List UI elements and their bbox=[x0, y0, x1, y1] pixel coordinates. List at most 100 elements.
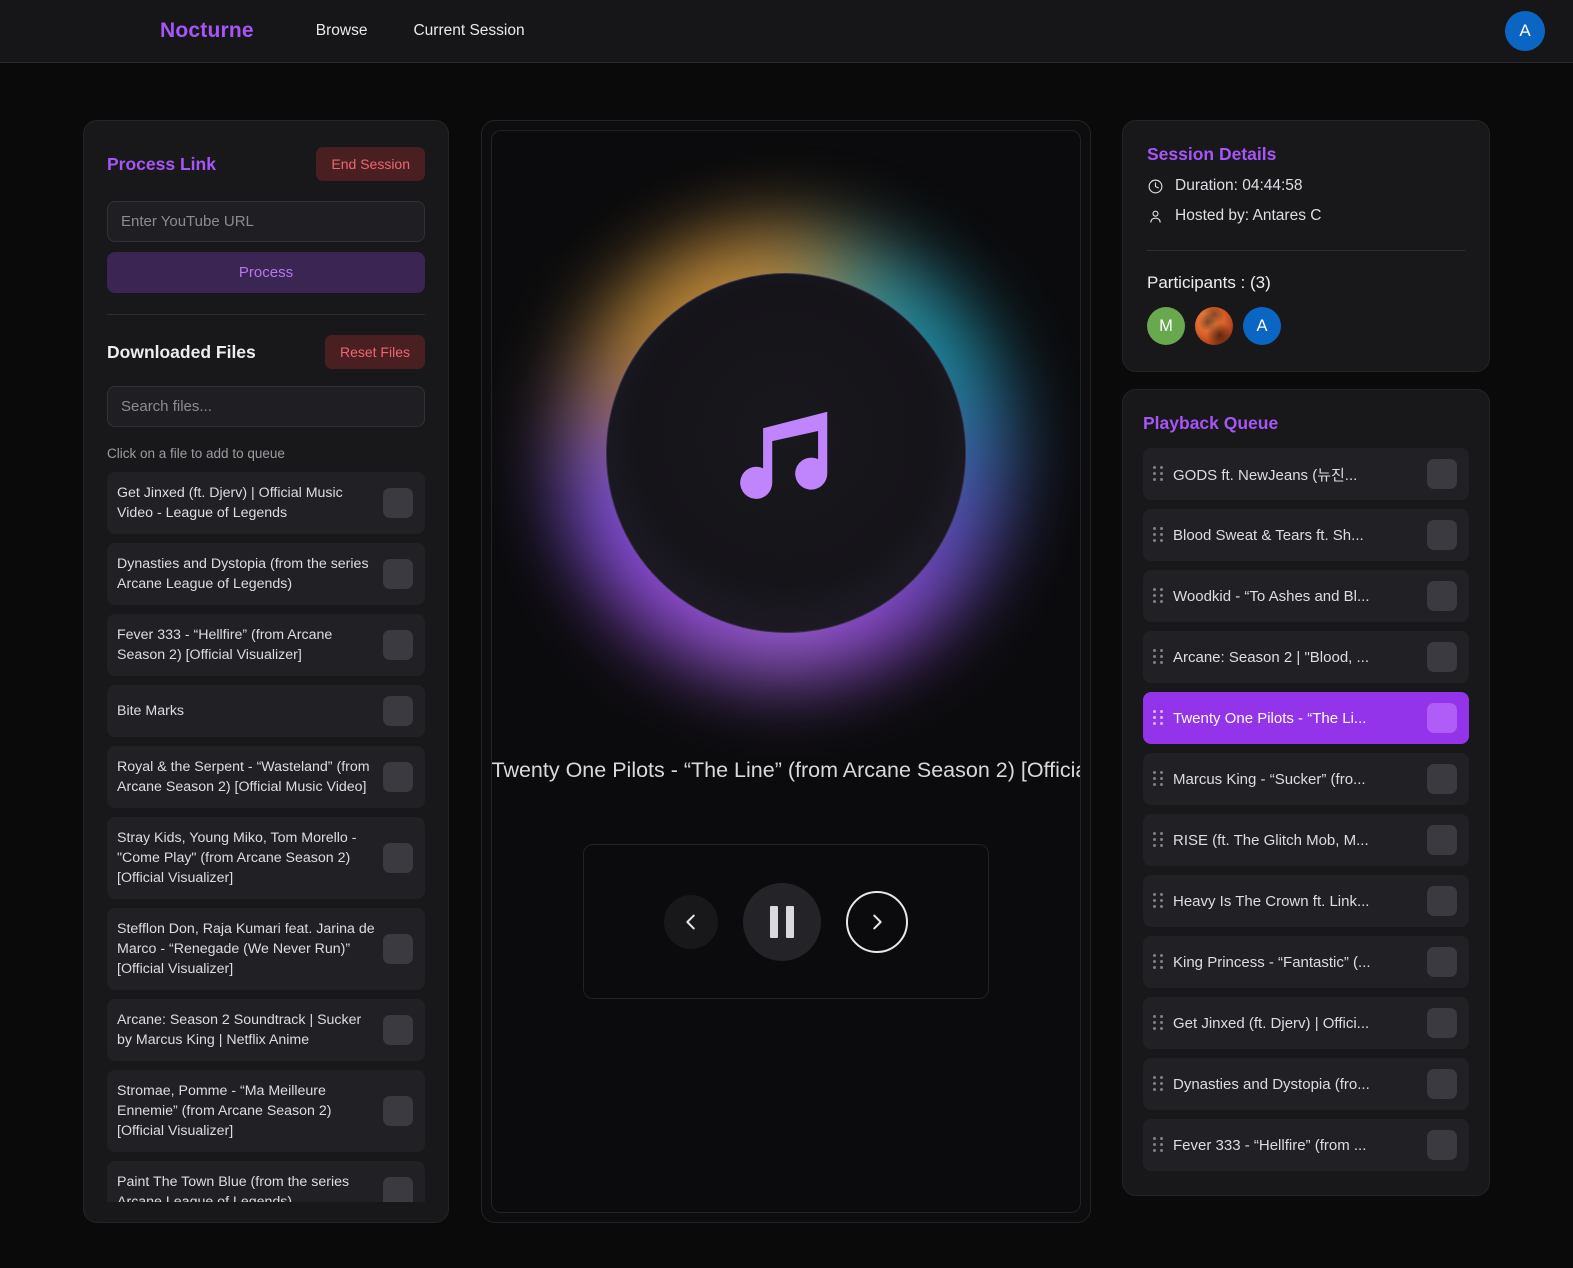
file-item-action-button[interactable] bbox=[383, 1015, 413, 1045]
file-list-item[interactable]: Stray Kids, Young Miko, Tom Morello - "C… bbox=[107, 817, 425, 899]
pause-icon bbox=[769, 905, 794, 938]
drag-handle-icon[interactable] bbox=[1153, 1137, 1163, 1153]
queue-item[interactable]: RISE (ft. The Glitch Mob, M... bbox=[1143, 814, 1469, 866]
file-list-item[interactable]: Royal & the Serpent - “Wasteland” (from … bbox=[107, 746, 425, 808]
user-avatar[interactable]: A bbox=[1505, 11, 1545, 51]
end-session-button[interactable]: End Session bbox=[316, 147, 425, 181]
drag-handle-icon[interactable] bbox=[1153, 527, 1163, 543]
session-details-card: Session Details Duration: 04:44:58 Hoste… bbox=[1122, 120, 1490, 372]
queue-item[interactable]: Marcus King - “Sucker” (fro... bbox=[1143, 753, 1469, 805]
file-item-action-button[interactable] bbox=[383, 934, 413, 964]
play-pause-button[interactable] bbox=[742, 882, 821, 961]
playback-controls bbox=[582, 844, 989, 999]
queue-item-action-button[interactable] bbox=[1427, 947, 1457, 977]
app-brand-logo[interactable]: Nocturne bbox=[160, 19, 254, 43]
queue-item-label: Get Jinxed (ft. Djerv) | Offici... bbox=[1173, 1014, 1370, 1032]
participant-avatar[interactable]: A bbox=[1243, 307, 1281, 345]
session-host-text: Hosted by: Antares C bbox=[1175, 207, 1322, 224]
file-list-item[interactable]: Arcane: Season 2 Soundtrack | Sucker by … bbox=[107, 999, 425, 1061]
file-list-item[interactable]: Fever 333 - “Hellfire” (from Arcane Seas… bbox=[107, 614, 425, 676]
file-item-action-button[interactable] bbox=[383, 1096, 413, 1126]
drag-handle-icon[interactable] bbox=[1153, 832, 1163, 848]
queue-item[interactable]: Heavy Is The Crown ft. Link... bbox=[1143, 875, 1469, 927]
queue-item[interactable]: King Princess - “Fantastic” (... bbox=[1143, 936, 1469, 988]
queue-item-action-button[interactable] bbox=[1427, 520, 1457, 550]
queue-item-action-button[interactable] bbox=[1427, 1008, 1457, 1038]
queue-item-label: Fever 333 - “Hellfire” (from ... bbox=[1173, 1136, 1367, 1154]
file-item-action-button[interactable] bbox=[383, 488, 413, 518]
file-item-label: Fever 333 - “Hellfire” (from Arcane Seas… bbox=[117, 627, 333, 663]
participant-avatar[interactable]: M bbox=[1147, 307, 1185, 345]
queue-item[interactable]: Fever 333 - “Hellfire” (from ... bbox=[1143, 1119, 1469, 1171]
youtube-url-input[interactable] bbox=[107, 201, 425, 242]
drag-handle-icon[interactable] bbox=[1153, 649, 1163, 665]
file-item-action-button[interactable] bbox=[383, 1177, 413, 1202]
queue-item-action-button[interactable] bbox=[1427, 886, 1457, 916]
queue-item[interactable]: Get Jinxed (ft. Djerv) | Offici... bbox=[1143, 997, 1469, 1049]
previous-track-button[interactable] bbox=[663, 894, 718, 949]
chevron-right-icon bbox=[872, 914, 882, 929]
file-item-action-button[interactable] bbox=[383, 630, 413, 660]
reset-files-button[interactable]: Reset Files bbox=[324, 335, 425, 369]
queue-item[interactable]: Dynasties and Dystopia (fro... bbox=[1143, 1058, 1469, 1110]
file-item-label: Royal & the Serpent - “Wasteland” (from … bbox=[117, 759, 370, 795]
drag-handle-icon[interactable] bbox=[1153, 588, 1163, 604]
queue-item-action-button[interactable] bbox=[1427, 703, 1457, 733]
panel-divider bbox=[107, 314, 425, 315]
file-list-item[interactable]: Bite Marks bbox=[107, 685, 425, 737]
queue-item[interactable]: Woodkid - “To Ashes and Bl... bbox=[1143, 570, 1469, 622]
queue-item-action-button[interactable] bbox=[1427, 642, 1457, 672]
playback-queue-title: Playback Queue bbox=[1143, 413, 1279, 433]
music-note-icon bbox=[739, 411, 827, 499]
participant-avatar-image[interactable] bbox=[1195, 307, 1233, 345]
queue-item-action-button[interactable] bbox=[1427, 1130, 1457, 1160]
drag-handle-icon[interactable] bbox=[1153, 1015, 1163, 1031]
playback-queue-list: GODS ft. NewJeans (뉴진... Blood Sweat & Te… bbox=[1143, 448, 1469, 1171]
queue-item[interactable]: Arcane: Season 2 | "Blood, ... bbox=[1143, 631, 1469, 683]
queue-item-action-button[interactable] bbox=[1427, 459, 1457, 489]
file-list-item[interactable]: Paint The Town Blue (from the series Arc… bbox=[107, 1161, 425, 1202]
queue-item-active[interactable]: Twenty One Pilots - “The Li... bbox=[1143, 692, 1469, 744]
main-nav: Browse Current Session bbox=[316, 22, 525, 40]
file-list-item[interactable]: Dynasties and Dystopia (from the series … bbox=[107, 543, 425, 605]
queue-item-action-button[interactable] bbox=[1427, 581, 1457, 611]
process-and-files-panel: Process Link End Session Process Downloa… bbox=[83, 120, 449, 1223]
file-item-action-button[interactable] bbox=[383, 843, 413, 873]
left-column: Process Link End Session Process Downloa… bbox=[83, 120, 449, 1268]
file-item-label: Arcane: Season 2 Soundtrack | Sucker by … bbox=[117, 1012, 362, 1048]
queue-item-label: GODS ft. NewJeans (뉴진... bbox=[1173, 466, 1358, 484]
nav-link-current-session[interactable]: Current Session bbox=[413, 22, 524, 40]
file-item-action-button[interactable] bbox=[383, 762, 413, 792]
file-list-item[interactable]: Stefflon Don, Raja Kumari feat. Jarina d… bbox=[107, 908, 425, 990]
file-list-item[interactable]: Stromae, Pomme - “Ma Meilleure Ennemie” … bbox=[107, 1070, 425, 1152]
queue-item-label: RISE (ft. The Glitch Mob, M... bbox=[1173, 831, 1369, 849]
queue-item-action-button[interactable] bbox=[1427, 825, 1457, 855]
drag-handle-icon[interactable] bbox=[1153, 771, 1163, 787]
queue-item-action-button[interactable] bbox=[1427, 1069, 1457, 1099]
player-inner-frame: Twenty One Pilots - “The Line” (from Arc… bbox=[490, 130, 1081, 1213]
person-icon bbox=[1150, 210, 1161, 223]
queue-item[interactable]: Blood Sweat & Tears ft. Sh... bbox=[1143, 509, 1469, 561]
drag-handle-icon[interactable] bbox=[1153, 954, 1163, 970]
file-item-action-button[interactable] bbox=[383, 559, 413, 589]
file-list-item[interactable]: Get Jinxed (ft. Djerv) | Official Music … bbox=[107, 472, 425, 534]
queue-item-label: Marcus King - “Sucker” (fro... bbox=[1173, 770, 1366, 788]
album-artwork bbox=[559, 227, 1012, 679]
next-track-button[interactable] bbox=[845, 890, 908, 953]
file-item-label: Paint The Town Blue (from the series Arc… bbox=[117, 1174, 350, 1202]
queue-item-action-button[interactable] bbox=[1427, 764, 1457, 794]
drag-handle-icon[interactable] bbox=[1153, 1076, 1163, 1092]
downloaded-files-list: Get Jinxed (ft. Djerv) | Official Music … bbox=[107, 472, 425, 1202]
drag-handle-icon[interactable] bbox=[1153, 710, 1163, 726]
queue-item[interactable]: GODS ft. NewJeans (뉴진... bbox=[1143, 448, 1469, 500]
nav-link-browse[interactable]: Browse bbox=[316, 22, 368, 40]
file-item-label: Stefflon Don, Raja Kumari feat. Jarina d… bbox=[117, 921, 375, 977]
search-files-input[interactable] bbox=[107, 386, 425, 427]
drag-handle-icon[interactable] bbox=[1153, 466, 1163, 482]
file-item-label: Dynasties and Dystopia (from the series … bbox=[117, 556, 369, 592]
drag-handle-icon[interactable] bbox=[1153, 893, 1163, 909]
process-button[interactable]: Process bbox=[107, 252, 425, 293]
center-column: Twenty One Pilots - “The Line” (from Arc… bbox=[449, 120, 1122, 1268]
now-playing-title: Twenty One Pilots - “The Line” (from Arc… bbox=[491, 758, 1080, 782]
file-item-action-button[interactable] bbox=[383, 696, 413, 726]
